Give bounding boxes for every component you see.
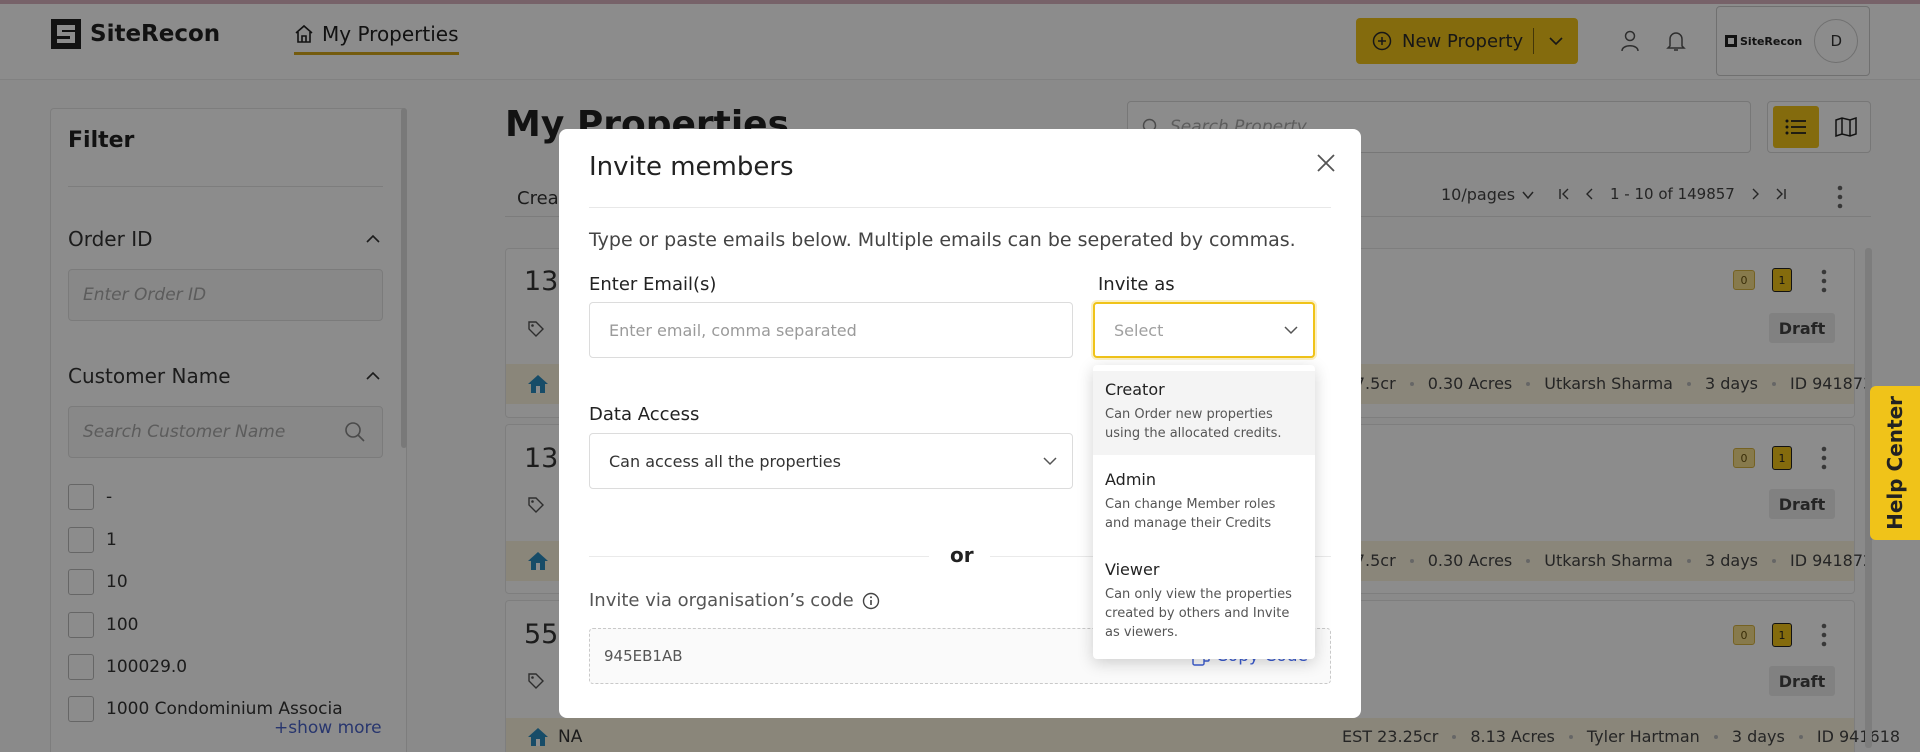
invite-as-select[interactable]: Select <box>1093 302 1315 358</box>
modal-title: Invite members <box>589 152 794 182</box>
info-icon[interactable] <box>862 592 880 610</box>
org-code: 945EB1AB <box>604 647 683 665</box>
data-access-select[interactable]: Can access all the properties <box>589 433 1073 489</box>
modal-description: Type or paste emails below. Multiple ema… <box>589 229 1296 251</box>
data-access-label: Data Access <box>589 404 700 425</box>
role-option-viewer[interactable]: Viewer Can only view the properties crea… <box>1093 551 1315 655</box>
invite-as-label: Invite as <box>1098 274 1175 295</box>
org-code-label: Invite via organisation’s code <box>589 590 880 611</box>
chevron-down-icon <box>1284 326 1298 335</box>
or-separator: or <box>950 543 974 567</box>
role-option-admin[interactable]: Admin Can change Member roles and manage… <box>1093 461 1315 545</box>
close-icon[interactable] <box>1316 153 1336 173</box>
help-center-button[interactable]: Help Center <box>1870 386 1920 540</box>
email-input[interactable]: Enter email, comma separated <box>589 302 1073 358</box>
email-label: Enter Email(s) <box>589 274 717 295</box>
role-option-creator[interactable]: Creator Can Order new properties using t… <box>1093 371 1315 455</box>
chevron-down-icon <box>1043 457 1057 466</box>
invite-as-dropdown-menu: Creator Can Order new properties using t… <box>1093 365 1315 659</box>
divider <box>589 556 929 557</box>
divider <box>589 207 1331 208</box>
